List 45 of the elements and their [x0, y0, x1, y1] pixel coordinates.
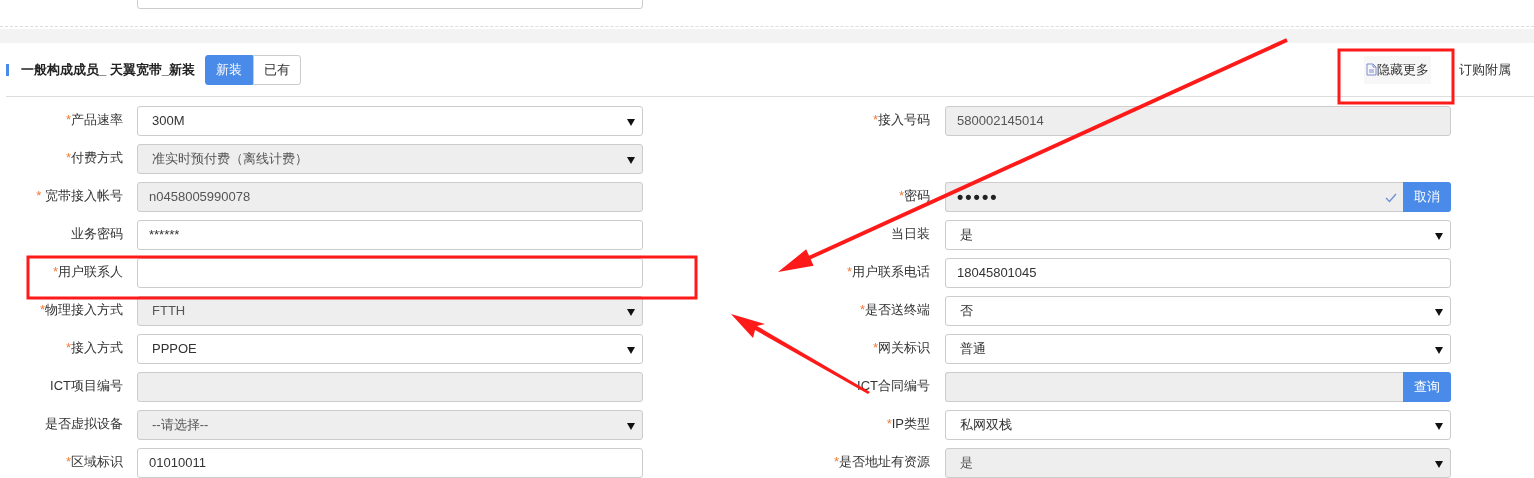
select-field[interactable]: 否 [945, 296, 1451, 326]
field-label: * 宽带接入帐号 [36, 187, 123, 205]
select-field[interactable]: 300M [137, 106, 643, 136]
field-label: *区域标识 [65, 453, 123, 471]
caret-icon [627, 309, 635, 316]
caret-icon [627, 347, 635, 354]
caret-icon [627, 157, 635, 164]
field-label: *接入号码 [872, 111, 930, 129]
select-field[interactable]: 私网双栈 [945, 410, 1451, 440]
caret-icon [1435, 461, 1443, 468]
caret-icon [627, 119, 635, 126]
field-label: 是否虚拟设备 [45, 415, 123, 433]
field-label: *物理接入方式 [39, 301, 123, 319]
document-icon [1366, 63, 1377, 76]
input-field[interactable]: 18045801045 [945, 258, 1451, 288]
field-label: ICT项目编号 [50, 377, 123, 395]
field-label: *是否送终端 [859, 301, 930, 319]
select-field[interactable]: 普通 [945, 334, 1451, 364]
section-marker [6, 63, 9, 76]
hide-more-button[interactable]: 隐藏更多 [1364, 55, 1431, 84]
field-label: *用户联系电话 [846, 263, 930, 281]
check-icon [1385, 193, 1397, 203]
field-label: *用户联系人 [52, 263, 123, 281]
select-field[interactable]: 是 [945, 220, 1451, 250]
field-label: 业务密码 [71, 225, 123, 243]
field-label: 当日装 [891, 225, 930, 243]
section-title: 一般构成成员_ 天翼宽带_新装 [21, 60, 196, 79]
field-label: *密码 [898, 187, 930, 205]
field-label: *网关标识 [872, 339, 930, 357]
caret-icon [1435, 423, 1443, 430]
attachment-link[interactable]: 订购附属 [1459, 59, 1511, 80]
select-field[interactable]: PPPOE [137, 334, 643, 364]
caret-icon [1435, 233, 1443, 240]
input-field[interactable] [137, 258, 643, 288]
field-label: *是否地址有资源 [833, 453, 930, 471]
field-label: *产品速率 [65, 111, 123, 129]
field-label: *接入方式 [65, 339, 123, 357]
input-field[interactable]: ****** [137, 220, 643, 250]
field-label: *付费方式 [65, 149, 123, 167]
input-field[interactable]: 01010011 [137, 448, 643, 478]
field-label: *IP类型 [886, 415, 930, 433]
mode-tab[interactable]: 已有 [253, 54, 302, 85]
caret-icon [1435, 309, 1443, 316]
caret-icon [627, 423, 635, 430]
caret-icon [1435, 347, 1443, 354]
